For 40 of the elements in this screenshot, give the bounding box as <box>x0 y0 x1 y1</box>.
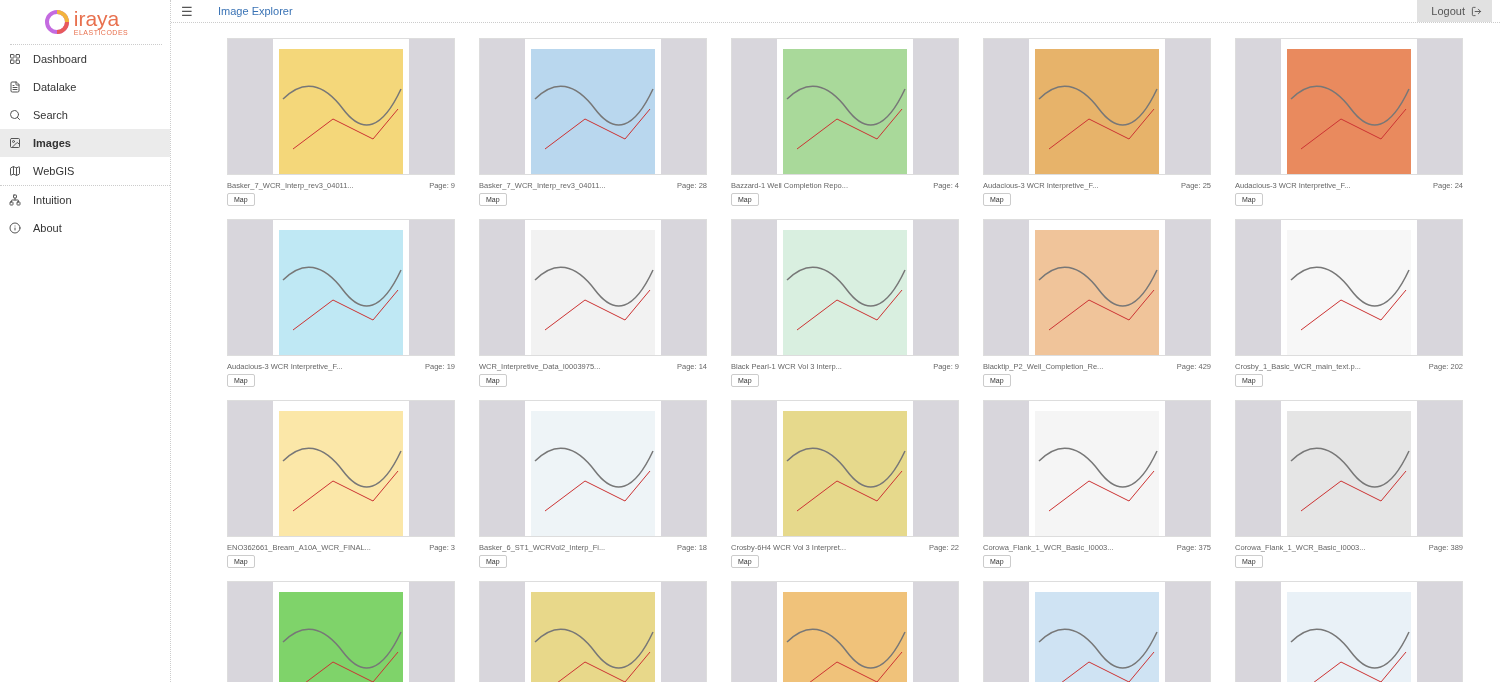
map-thumbnail[interactable] <box>983 219 1211 356</box>
page-title: Image Explorer <box>218 5 294 17</box>
map-thumbnail[interactable] <box>983 400 1211 537</box>
map-thumbnail[interactable] <box>983 581 1211 682</box>
map-thumbnail[interactable] <box>227 581 455 682</box>
map-thumbnail[interactable] <box>731 400 959 537</box>
sidebar-item[interactable]: Search <box>0 101 170 129</box>
map-thumbnail[interactable] <box>479 38 707 175</box>
grid-icon <box>9 53 21 65</box>
sidebar-item[interactable]: About <box>0 214 170 242</box>
map-thumbnail[interactable] <box>479 400 707 537</box>
map-thumbnail[interactable] <box>983 38 1211 175</box>
info-icon <box>9 222 21 234</box>
map-thumbnail[interactable] <box>1235 581 1463 682</box>
map-thumbnail[interactable] <box>731 38 959 175</box>
logout-button[interactable]: Logout <box>1417 0 1492 22</box>
search-icon <box>9 109 21 121</box>
sidebar-item[interactable]: WebGIS <box>0 157 170 186</box>
sidebar-item[interactable]: Dashboard <box>0 45 170 73</box>
map-thumbnail[interactable] <box>731 219 959 356</box>
map-thumbnail[interactable] <box>1235 38 1463 175</box>
map-thumbnail[interactable] <box>479 219 707 356</box>
map-thumbnail[interactable] <box>1235 400 1463 537</box>
sidebar-item[interactable]: Images <box>0 129 170 157</box>
menu-button[interactable]: ☰ <box>181 3 218 19</box>
map-thumbnail[interactable] <box>731 581 959 682</box>
logo-name: iraya <box>73 8 120 29</box>
map-thumbnail[interactable] <box>227 400 455 537</box>
hierarchy-icon <box>9 194 21 206</box>
map-icon <box>9 165 21 177</box>
logout-icon <box>1471 5 1482 17</box>
document-icon <box>9 81 21 93</box>
map-thumbnail[interactable] <box>1235 219 1463 356</box>
map-thumbnail[interactable] <box>227 219 455 356</box>
ring-logo-icon <box>43 9 70 35</box>
map-thumbnail[interactable] <box>227 38 455 175</box>
sidebar-item[interactable]: Datalake <box>0 73 170 101</box>
map-thumbnail[interactable] <box>479 581 707 682</box>
image-icon <box>9 137 21 149</box>
sidebar-item[interactable]: Intuition <box>0 186 170 214</box>
